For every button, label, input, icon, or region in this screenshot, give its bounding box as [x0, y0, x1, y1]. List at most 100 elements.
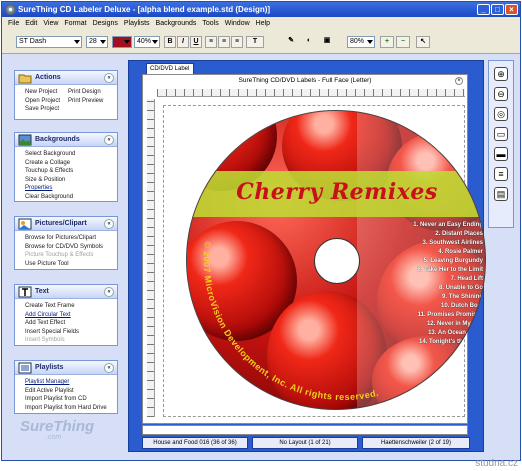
playlists-header[interactable]: Playlists « — [15, 361, 117, 375]
label-canvas[interactable]: Cherry Remixes © 2007 MicroVision Develo… — [163, 105, 486, 417]
track-item: 7. Head Lift — [450, 276, 483, 282]
align-horizontal-icon[interactable]: ⊕ — [494, 67, 508, 81]
import-playlist-cd-link[interactable]: Import Playlist from CD — [15, 395, 117, 404]
clear-background-link[interactable]: Clear Background — [15, 193, 117, 202]
label-document: SureThing CD/DVD Labels - Full Face (Let… — [142, 74, 486, 424]
picture-icon — [18, 218, 32, 230]
text-zoom-select[interactable]: 40% — [134, 36, 160, 48]
playlist-manager-link[interactable]: Playlist Manager — [15, 378, 117, 387]
open-project-link[interactable]: Open Project — [15, 97, 66, 106]
print-design-link[interactable]: Print Design — [66, 88, 117, 97]
track-item: 2. Distant Places — [435, 231, 483, 237]
menu-view[interactable]: View — [43, 17, 58, 30]
task-panel: Actions « New Project Open Project Save … — [14, 60, 120, 450]
italic-button[interactable]: I — [177, 36, 189, 48]
pencil-icon[interactable]: ✎ — [284, 36, 298, 48]
surething-logo: SureThing — [20, 418, 95, 435]
browse-symbols-link[interactable]: Browse for CD/DVD Symbols — [15, 243, 117, 252]
pointer-icon[interactable]: ↖ — [416, 36, 430, 48]
track-item: 9. The Shining — [441, 294, 483, 300]
minimize-button[interactable]: _ — [477, 4, 490, 15]
distribute-icon[interactable]: ≡ — [494, 167, 508, 181]
collapse-icon[interactable]: « — [104, 287, 114, 297]
close-button[interactable]: × — [505, 4, 518, 15]
folder-icon — [18, 74, 32, 84]
font-size-select[interactable]: 28 — [86, 36, 108, 48]
pictures-header[interactable]: Pictures/Clipart « — [15, 217, 117, 231]
collapse-icon[interactable]: « — [104, 73, 114, 83]
add-text-effect-link[interactable]: Add Text Effect — [15, 319, 117, 328]
pictures-section: Pictures/Clipart « Browse for Pictures/C… — [14, 216, 118, 270]
underline-button[interactable]: U — [190, 36, 202, 48]
align-vertical-icon[interactable]: ⊖ — [494, 87, 508, 101]
menu-tools[interactable]: Tools — [202, 17, 218, 30]
properties-link[interactable]: Properties — [15, 184, 117, 193]
save-project-link[interactable]: Save Project — [15, 105, 66, 114]
maximize-button[interactable]: □ — [491, 4, 504, 15]
document-close-icon[interactable]: × — [455, 77, 463, 85]
edit-active-playlist-link[interactable]: Edit Active Playlist — [15, 387, 117, 396]
paint-icon[interactable]: ◐ — [302, 36, 316, 48]
bring-forward-icon[interactable]: ▭ — [494, 127, 508, 141]
actions-header[interactable]: Actions « — [15, 71, 117, 85]
new-project-link[interactable]: New Project — [15, 88, 66, 97]
create-text-frame-link[interactable]: Create Text Frame — [15, 302, 117, 311]
design-navigator: House and Food 016 (36 of 36) No Layout … — [142, 437, 478, 450]
size-position-link[interactable]: Size & Position — [15, 176, 117, 185]
align-right-icon[interactable]: ≡ — [231, 36, 243, 48]
cd-label-disc[interactable]: Cherry Remixes © 2007 MicroVision Develo… — [186, 110, 486, 410]
collapse-icon[interactable]: « — [104, 219, 114, 229]
layout-selector[interactable]: No Layout (1 of 21) — [252, 437, 358, 449]
menu-file[interactable]: File — [8, 17, 19, 30]
text-effect-icon[interactable]: T — [246, 36, 264, 48]
import-playlist-hd-link[interactable]: Import Playlist from Hard Drive — [15, 404, 117, 413]
font-select[interactable]: ST Dash — [16, 36, 82, 48]
menu-format[interactable]: Format — [64, 17, 86, 30]
zoom-out-icon[interactable]: − — [396, 36, 410, 48]
select-background-link[interactable]: Select Background — [15, 150, 117, 159]
font-theme-selector[interactable]: Haettenschweiler (2 of 19) — [362, 437, 470, 449]
vertical-ruler — [147, 99, 155, 417]
background-selector[interactable]: House and Food 016 (36 of 36) — [142, 437, 248, 449]
watermark: studna.cz — [475, 458, 518, 469]
track-item: 3. Southwest Airlines — [422, 240, 483, 246]
view-zoom-select[interactable]: 80% — [347, 36, 375, 48]
app-disc-icon — [5, 4, 16, 15]
menu-edit[interactable]: Edit — [25, 17, 37, 30]
title-bar: SureThing CD Labeler Deluxe - [alpha ble… — [2, 2, 520, 17]
horizontal-scrollbar[interactable] — [142, 425, 468, 435]
use-picture-tool-link[interactable]: Use Picture Tool — [15, 260, 117, 269]
align-left-icon[interactable]: ≡ — [205, 36, 217, 48]
text-color-select[interactable] — [112, 36, 132, 48]
layers-icon[interactable]: ▤ — [494, 187, 508, 201]
track-list[interactable]: 1. Never an Easy Ending 2. Distant Place… — [363, 221, 483, 347]
track-item: 1. Never an Easy Ending — [413, 222, 483, 228]
disc-title-text[interactable]: Cherry Remixes — [187, 179, 485, 205]
backgrounds-header[interactable]: Backgrounds « — [15, 133, 117, 147]
menu-playlists[interactable]: Playlists — [124, 17, 150, 30]
menu-help[interactable]: Help — [256, 17, 270, 30]
disc-center-hole — [314, 238, 360, 284]
bold-button[interactable]: B — [164, 36, 176, 48]
collapse-icon[interactable]: « — [104, 363, 114, 373]
send-backward-icon[interactable]: ▬ — [494, 147, 508, 161]
touchup-effects-link[interactable]: Touchup & Effects — [15, 167, 117, 176]
collapse-icon[interactable]: « — [104, 135, 114, 145]
create-collage-link[interactable]: Create a Collage — [15, 159, 117, 168]
insert-special-fields-link[interactable]: Insert Special Fields — [15, 328, 117, 337]
browse-pictures-link[interactable]: Browse for Pictures/Clipart — [15, 234, 117, 243]
align-center-icon[interactable]: ≡ — [218, 36, 230, 48]
add-circular-text-link[interactable]: Add Circular Text — [15, 311, 117, 320]
text-header[interactable]: Text « — [15, 285, 117, 299]
track-item: 14. Tonight's the Night — [419, 339, 483, 345]
center-object-icon[interactable]: ◎ — [494, 107, 508, 121]
picture-touchup-link: Picture Touchup & Effects — [25, 252, 94, 258]
menu-designs[interactable]: Designs — [93, 17, 118, 30]
menu-backgrounds[interactable]: Backgrounds — [156, 17, 197, 30]
menu-window[interactable]: Window — [225, 17, 250, 30]
zoom-in-icon[interactable]: + — [380, 36, 394, 48]
window-title: SureThing CD Labeler Deluxe - [alpha ble… — [18, 5, 271, 14]
picture-icon[interactable]: ▣ — [320, 36, 334, 48]
track-item: 6. Take Her to the Limit — [417, 267, 483, 273]
print-preview-link[interactable]: Print Preview — [66, 97, 117, 106]
